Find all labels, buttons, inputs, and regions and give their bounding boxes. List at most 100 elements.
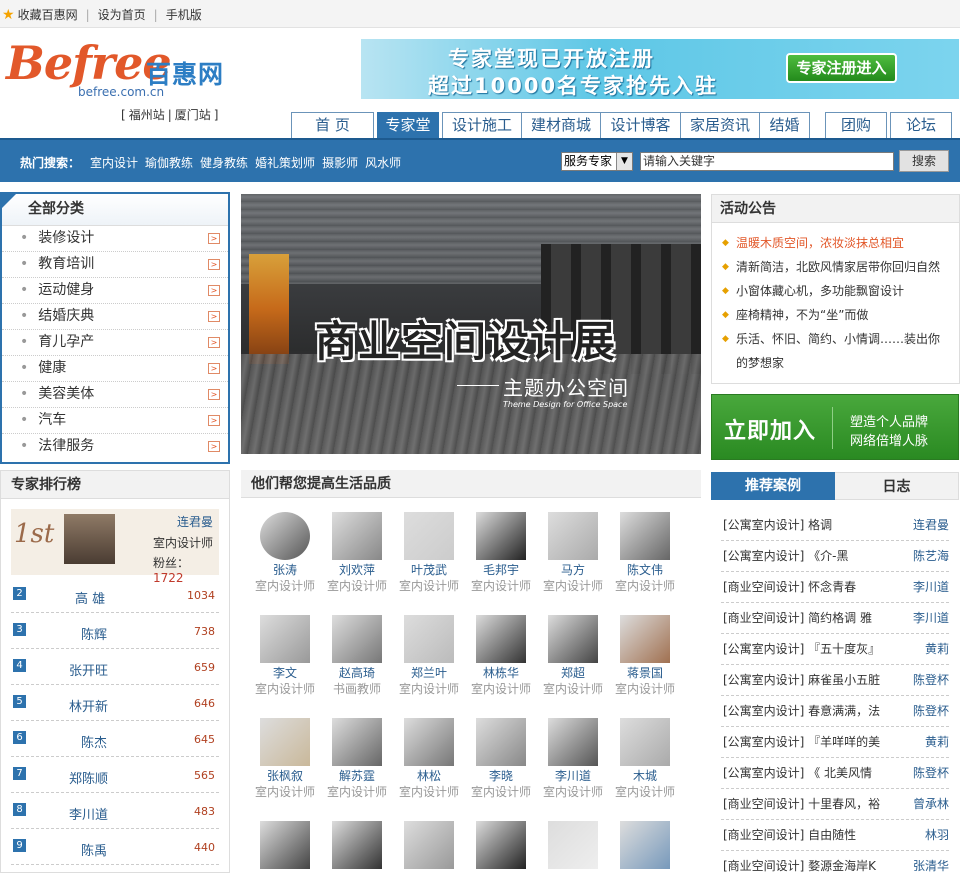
expert-name[interactable]: 李晓 <box>465 768 537 784</box>
expert-name[interactable]: 李川道 <box>537 768 609 784</box>
expert-card[interactable]: 张涛 室内设计师 <box>249 512 321 594</box>
notice-item[interactable]: ◆ 乐活、怀旧、简约、小情调……装出你 <box>722 327 959 351</box>
case-row[interactable]: [公寓室内设计] 『羊咩咩的美 黄莉 <box>721 727 949 758</box>
expert-card[interactable]: 木城 室内设计师 <box>609 718 681 800</box>
case-title[interactable]: [公寓室内设计] 春意满满，法 <box>723 696 893 726</box>
rank-name[interactable]: 林开新 <box>69 696 108 715</box>
avatar[interactable] <box>404 512 454 560</box>
register-banner[interactable]: 专家堂现已开放注册 超过10000名专家抢先入驻 专家注册进入 <box>361 39 959 99</box>
case-author[interactable]: 陈艺海 <box>913 541 949 571</box>
rank-name[interactable]: 高 雄 <box>75 588 105 607</box>
rank-name[interactable]: 郑陈顺 <box>69 768 108 787</box>
rank-first[interactable]: 1st 连君曼 室内设计师 粉丝：1722 <box>11 509 219 585</box>
avatar[interactable] <box>332 718 382 766</box>
tab-wedding[interactable]: 结婚 <box>760 112 810 138</box>
hot-keyword[interactable]: 风水师 <box>365 154 401 171</box>
expert-card[interactable] <box>537 821 609 871</box>
case-title[interactable]: [商业空间设计] 怀念青春 <box>723 572 893 602</box>
rank-name[interactable]: 陈辉 <box>81 624 107 643</box>
case-author[interactable]: 陈登杯 <box>913 665 949 695</box>
case-title[interactable]: [商业空间设计] 自由随性 <box>723 820 893 850</box>
case-title[interactable]: [商业空间设计] 婺源金海岸K <box>723 851 893 873</box>
case-row[interactable]: [商业空间设计] 怀念青春 李川道 <box>721 572 949 603</box>
case-author[interactable]: 曾承林 <box>913 789 949 819</box>
tab-groupbuy[interactable]: 团购 <box>825 112 887 138</box>
avatar[interactable] <box>404 718 454 766</box>
rank-row[interactable]: 6 陈杰 645 <box>11 725 219 757</box>
expert-name[interactable]: 张枫叙 <box>249 768 321 784</box>
category-item[interactable]: • 美容美体 > <box>2 382 228 408</box>
notice-item[interactable]: ◆ 小窗体藏心机，多功能飘窗设计 <box>722 279 959 303</box>
avatar[interactable] <box>260 512 310 560</box>
expert-name[interactable]: 叶茂武 <box>393 562 465 578</box>
avatar[interactable] <box>620 718 670 766</box>
expert-name[interactable]: 刘欢萍 <box>321 562 393 578</box>
case-row[interactable]: [公寓室内设计] 《介-黑 陈艺海 <box>721 541 949 572</box>
tab-logs[interactable]: 日志 <box>835 472 959 500</box>
expert-name[interactable]: 林松 <box>393 768 465 784</box>
set-home-link[interactable]: 设为首页 <box>98 6 146 23</box>
expert-name[interactable]: 木城 <box>609 768 681 784</box>
tab-design[interactable]: 设计施工 <box>442 112 522 138</box>
avatar[interactable] <box>260 821 310 869</box>
expert-card[interactable]: 蒋景国 室内设计师 <box>609 615 681 697</box>
avatar[interactable] <box>260 615 310 663</box>
avatar[interactable] <box>404 615 454 663</box>
expert-card[interactable]: 李晓 室内设计师 <box>465 718 537 800</box>
join-button[interactable]: 立即加入 塑造个人品牌 网络倍增人脉 <box>711 394 959 460</box>
expert-card[interactable]: 李川道 室内设计师 <box>537 718 609 800</box>
category-item[interactable]: • 运动健身 > <box>2 278 228 304</box>
expert-name[interactable]: 蒋景国 <box>609 665 681 681</box>
case-author[interactable]: 陈登杯 <box>913 696 949 726</box>
case-row[interactable]: [商业空间设计] 婺源金海岸K 张清华 <box>721 851 949 873</box>
logo[interactable]: Befree 百惠网 befree.com.cn <box>6 36 242 102</box>
tab-news[interactable]: 家居资讯 <box>681 112 760 138</box>
search-button[interactable]: 搜索 <box>899 150 949 172</box>
rank-row[interactable]: 4 张开旺 659 <box>11 653 219 685</box>
tab-blog[interactable]: 设计博客 <box>601 112 681 138</box>
tab-cases[interactable]: 推荐案例 <box>711 472 835 500</box>
rank-row[interactable]: 5 林开新 646 <box>11 689 219 721</box>
avatar[interactable] <box>332 512 382 560</box>
rank-name[interactable]: 李川道 <box>69 804 108 823</box>
category-item[interactable]: • 结婚庆典 > <box>2 304 228 330</box>
expert-card[interactable]: 林栋华 室内设计师 <box>465 615 537 697</box>
mobile-link[interactable]: 手机版 <box>166 6 202 23</box>
case-author[interactable]: 连君曼 <box>913 510 949 540</box>
notice-item[interactable]: ◆ 清新简洁，北欧风情家居带你回归自然 <box>722 255 959 279</box>
expert-name[interactable]: 赵高琦 <box>321 665 393 681</box>
tab-materials[interactable]: 建材商城 <box>522 112 601 138</box>
expert-name[interactable]: 郑超 <box>537 665 609 681</box>
category-item[interactable]: • 法律服务 > <box>2 434 228 460</box>
favorite-link[interactable]: 收藏百惠网 <box>18 6 78 23</box>
hot-keyword[interactable]: 瑜伽教练 <box>145 154 193 171</box>
notice-item[interactable]: ◆ 温暖木质空间，浓妆淡抹总相宜 <box>722 231 959 255</box>
expert-card[interactable]: 马方 室内设计师 <box>537 512 609 594</box>
rank-row[interactable]: 8 李川道 483 <box>11 797 219 829</box>
expert-card[interactable] <box>465 821 537 871</box>
hot-keyword[interactable]: 健身教练 <box>200 154 248 171</box>
rank-row[interactable]: 2 高 雄 1034 <box>11 581 219 613</box>
rank-row[interactable]: 9 陈禹 440 <box>11 833 219 865</box>
expert-name[interactable]: 李文 <box>249 665 321 681</box>
avatar[interactable] <box>548 718 598 766</box>
category-item[interactable]: • 健康 > <box>2 356 228 382</box>
expert-card[interactable]: 解苏霆 室内设计师 <box>321 718 393 800</box>
rank-row[interactable]: 7 郑陈顺 565 <box>11 761 219 793</box>
category-item[interactable]: • 育儿孕产 > <box>2 330 228 356</box>
expert-name[interactable]: 解苏霆 <box>321 768 393 784</box>
expert-card[interactable]: 李文 室内设计师 <box>249 615 321 697</box>
case-row[interactable]: [公寓室内设计] 麻雀虽小五脏 陈登杯 <box>721 665 949 696</box>
expert-card[interactable]: 叶茂武 室内设计师 <box>393 512 465 594</box>
expert-card[interactable]: 林松 室内设计师 <box>393 718 465 800</box>
case-row[interactable]: [公寓室内设计] 春意满满，法 陈登杯 <box>721 696 949 727</box>
tab-experts[interactable]: 专家堂 <box>377 112 439 138</box>
expert-card[interactable]: 张枫叙 室内设计师 <box>249 718 321 800</box>
expert-name[interactable]: 毛邦宇 <box>465 562 537 578</box>
register-button[interactable]: 专家注册进入 <box>786 53 897 83</box>
case-author[interactable]: 李川道 <box>913 603 949 633</box>
avatar[interactable] <box>476 718 526 766</box>
expert-card[interactable]: 郑超 室内设计师 <box>537 615 609 697</box>
avatar[interactable] <box>64 514 115 564</box>
case-author[interactable]: 林羽 <box>925 820 949 850</box>
